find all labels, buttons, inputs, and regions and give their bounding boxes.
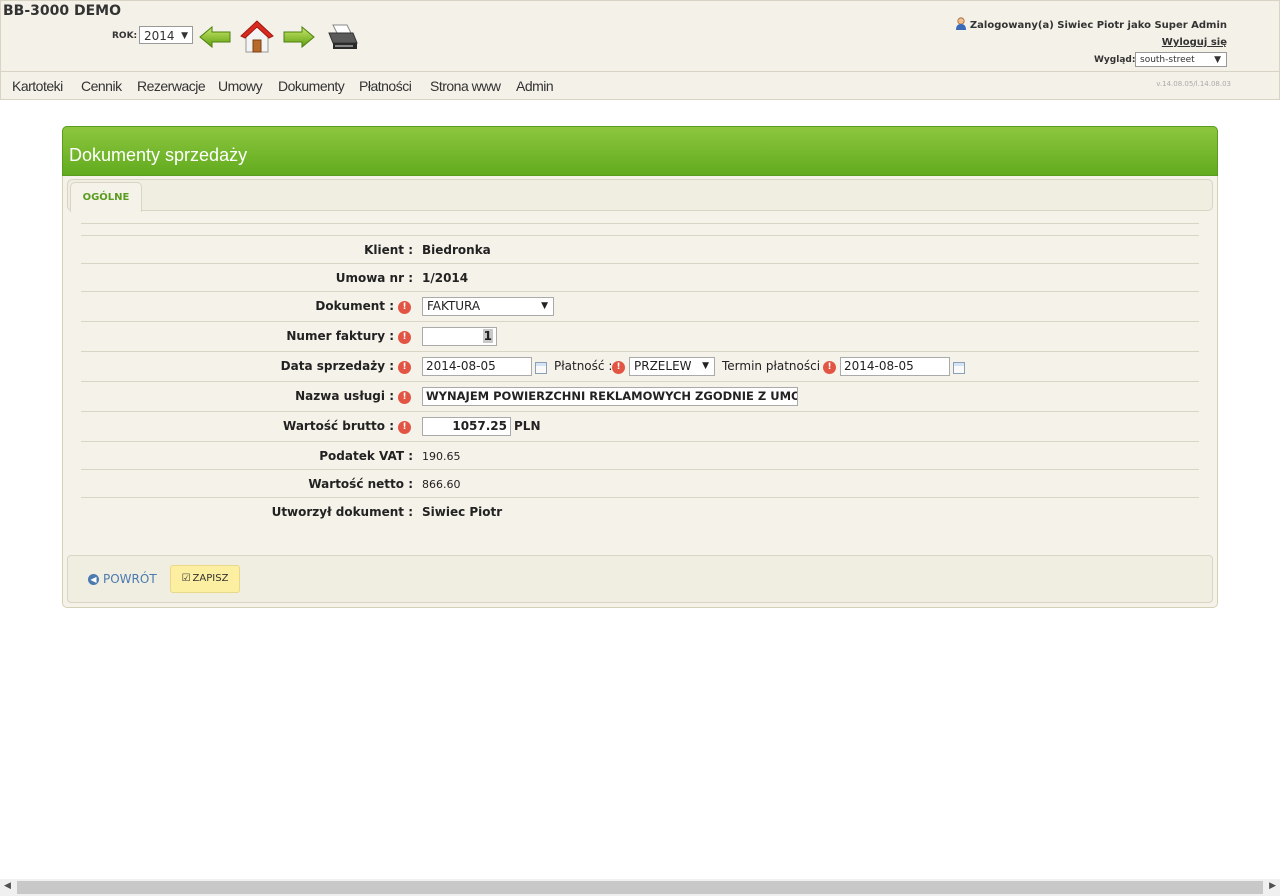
user-icon xyxy=(955,17,966,30)
required-icon: ! xyxy=(398,391,411,404)
tabs-bar: OGÓLNE xyxy=(67,179,1213,212)
scroll-right-icon[interactable]: ▶ xyxy=(1269,881,1276,891)
save-button[interactable]: ☑ ZAPISZ xyxy=(170,565,240,593)
platnosc-label: Płatność : xyxy=(554,359,613,373)
menu-item-kartoteki[interactable]: Kartoteki xyxy=(12,78,63,94)
nazwa-uslugi-input[interactable]: WYNAJEM POWIERZCHNI REKLAMOWYCH ZGODNIE … xyxy=(422,387,798,406)
scroll-left-icon[interactable]: ◀ xyxy=(4,881,11,891)
form-row-netto: Wartość netto : 866.60 xyxy=(81,469,1199,498)
menu-item-strona-www[interactable]: Strona www xyxy=(430,78,501,94)
menu-item-dokumenty[interactable]: Dokumenty xyxy=(278,78,345,94)
user-info: Zalogowany(a) Siwiec Piotr jako Super Ad… xyxy=(955,17,1227,31)
termin-platnosci-label: Termin płatności : xyxy=(722,359,828,373)
required-icon: ! xyxy=(398,361,411,374)
form-row-umowa: Umowa nr : 1/2014 xyxy=(81,263,1199,292)
utworzyl-label: Utworzył dokument : xyxy=(271,505,413,519)
app-title: BB-3000 DEMO xyxy=(3,3,122,19)
chevron-down-icon: ▼ xyxy=(541,301,548,311)
menu-item-umowy[interactable]: Umowy xyxy=(218,78,263,94)
klient-label: Klient : xyxy=(364,243,413,257)
required-icon: ! xyxy=(398,331,411,344)
arrow-left-icon[interactable] xyxy=(198,25,232,49)
calendar-icon[interactable] xyxy=(953,362,965,374)
dokument-label: Dokument : xyxy=(315,299,394,313)
numer-faktury-input[interactable]: 1 xyxy=(422,327,497,346)
menu-item-admin[interactable]: Admin xyxy=(516,78,554,94)
home-icon[interactable] xyxy=(240,20,274,54)
calendar-icon[interactable] xyxy=(535,362,547,374)
form-row-utworzyl: Utworzył dokument : Siwiec Piotr xyxy=(81,497,1199,526)
form-row-data: Data sprzedaży : ! 2014-08-05 Płatność :… xyxy=(81,351,1199,382)
form-row-dokument: Dokument : ! FAKTURA ▼ xyxy=(81,291,1199,322)
dokument-select[interactable]: FAKTURA ▼ xyxy=(422,297,554,316)
page-title: Dokumenty sprzedaży xyxy=(69,145,248,165)
termin-platnosci-input[interactable]: 2014-08-05 xyxy=(840,357,950,376)
year-select[interactable]: 2014 ▼ xyxy=(139,26,193,44)
required-icon: ! xyxy=(823,361,836,374)
main-menu: Kartoteki Cennik Rezerwacje Umowy Dokume… xyxy=(0,71,1280,100)
theme-select-value: south-street xyxy=(1140,55,1195,65)
year-label: ROK: xyxy=(112,31,138,41)
theme-label: Wygląd: xyxy=(1094,55,1136,65)
form-row-nazwa: Nazwa usługi : ! WYNAJEM POWIERZCHNI REK… xyxy=(81,381,1199,412)
scrollbar-thumb[interactable] xyxy=(17,881,1263,894)
chevron-down-icon: ▼ xyxy=(181,31,188,41)
arrow-right-icon[interactable] xyxy=(282,25,316,49)
numer-faktury-label: Numer faktury : xyxy=(286,329,394,343)
year-select-value: 2014 xyxy=(144,29,175,43)
check-icon: ☑ xyxy=(181,573,191,584)
logout-link[interactable]: Wyloguj się xyxy=(1162,37,1227,48)
logged-user-text: Zalogowany(a) Siwiec Piotr jako Super Ad… xyxy=(969,20,1227,31)
form-row-numer: Numer faktury : ! 1 xyxy=(81,321,1199,352)
podatek-vat-value: 190.65 xyxy=(422,450,461,463)
umowa-label: Umowa nr : xyxy=(335,271,413,285)
menu-item-platnosci[interactable]: Płatności xyxy=(359,78,412,94)
horizontal-scrollbar[interactable]: ◀ ▶ xyxy=(0,879,1280,896)
data-sprzedazy-input[interactable]: 2014-08-05 xyxy=(422,357,532,376)
wartosc-brutto-label: Wartość brutto : xyxy=(283,419,394,433)
sales-document-panel: Dokumenty sprzedaży OGÓLNE Klient : Bied… xyxy=(62,126,1218,608)
data-sprzedazy-label: Data sprzedaży : xyxy=(280,359,394,373)
dokument-select-value: FAKTURA xyxy=(427,299,481,313)
numer-faktury-value: 1 xyxy=(482,329,493,343)
podatek-vat-label: Podatek VAT : xyxy=(319,449,413,463)
form-row-klient: Klient : Biedronka xyxy=(81,235,1199,264)
platnosc-select-value: PRZELEW xyxy=(634,359,692,373)
required-icon: ! xyxy=(398,421,411,434)
menu-item-cennik[interactable]: Cennik xyxy=(81,78,122,94)
required-icon: ! xyxy=(398,301,411,314)
currency-label: PLN xyxy=(514,419,541,433)
back-button[interactable]: ◀ POWRÓT xyxy=(88,572,157,586)
panel-header: Dokumenty sprzedaży xyxy=(62,126,1218,176)
chevron-down-icon: ▼ xyxy=(702,361,709,371)
menu-item-rezerwacje[interactable]: Rezerwacje xyxy=(137,78,206,94)
nazwa-uslugi-label: Nazwa usługi : xyxy=(295,389,394,403)
wartosc-brutto-input[interactable]: 1057.25 xyxy=(422,417,511,436)
utworzyl-value: Siwiec Piotr xyxy=(422,505,503,519)
required-icon: ! xyxy=(612,361,625,374)
save-button-label: ZAPISZ xyxy=(192,573,229,584)
printer-icon[interactable] xyxy=(325,23,359,53)
form-row-vat: Podatek VAT : 190.65 xyxy=(81,441,1199,470)
chevron-down-icon: ▼ xyxy=(1214,55,1221,65)
back-button-label: POWRÓT xyxy=(103,572,157,586)
tab-ogolne[interactable]: OGÓLNE xyxy=(70,182,142,212)
klient-value: Biedronka xyxy=(422,243,491,257)
wartosc-netto-value: 866.60 xyxy=(422,478,461,491)
umowa-value: 1/2014 xyxy=(422,271,469,285)
version-text: v.14.08.05/l.14.08.03 xyxy=(1156,80,1231,88)
wartosc-netto-label: Wartość netto : xyxy=(308,477,413,491)
circle-arrow-left-icon: ◀ xyxy=(88,574,99,585)
form-row-brutto: Wartość brutto : ! 1057.25 PLN xyxy=(81,411,1199,442)
form-footer: ◀ POWRÓT ☑ ZAPISZ xyxy=(67,555,1213,603)
theme-select[interactable]: south-street ▼ xyxy=(1135,52,1227,67)
platnosc-select[interactable]: PRZELEW ▼ xyxy=(629,357,715,376)
top-header: BB-3000 DEMO ROK: 2014 ▼ Zalogowany(a) S… xyxy=(0,0,1280,72)
